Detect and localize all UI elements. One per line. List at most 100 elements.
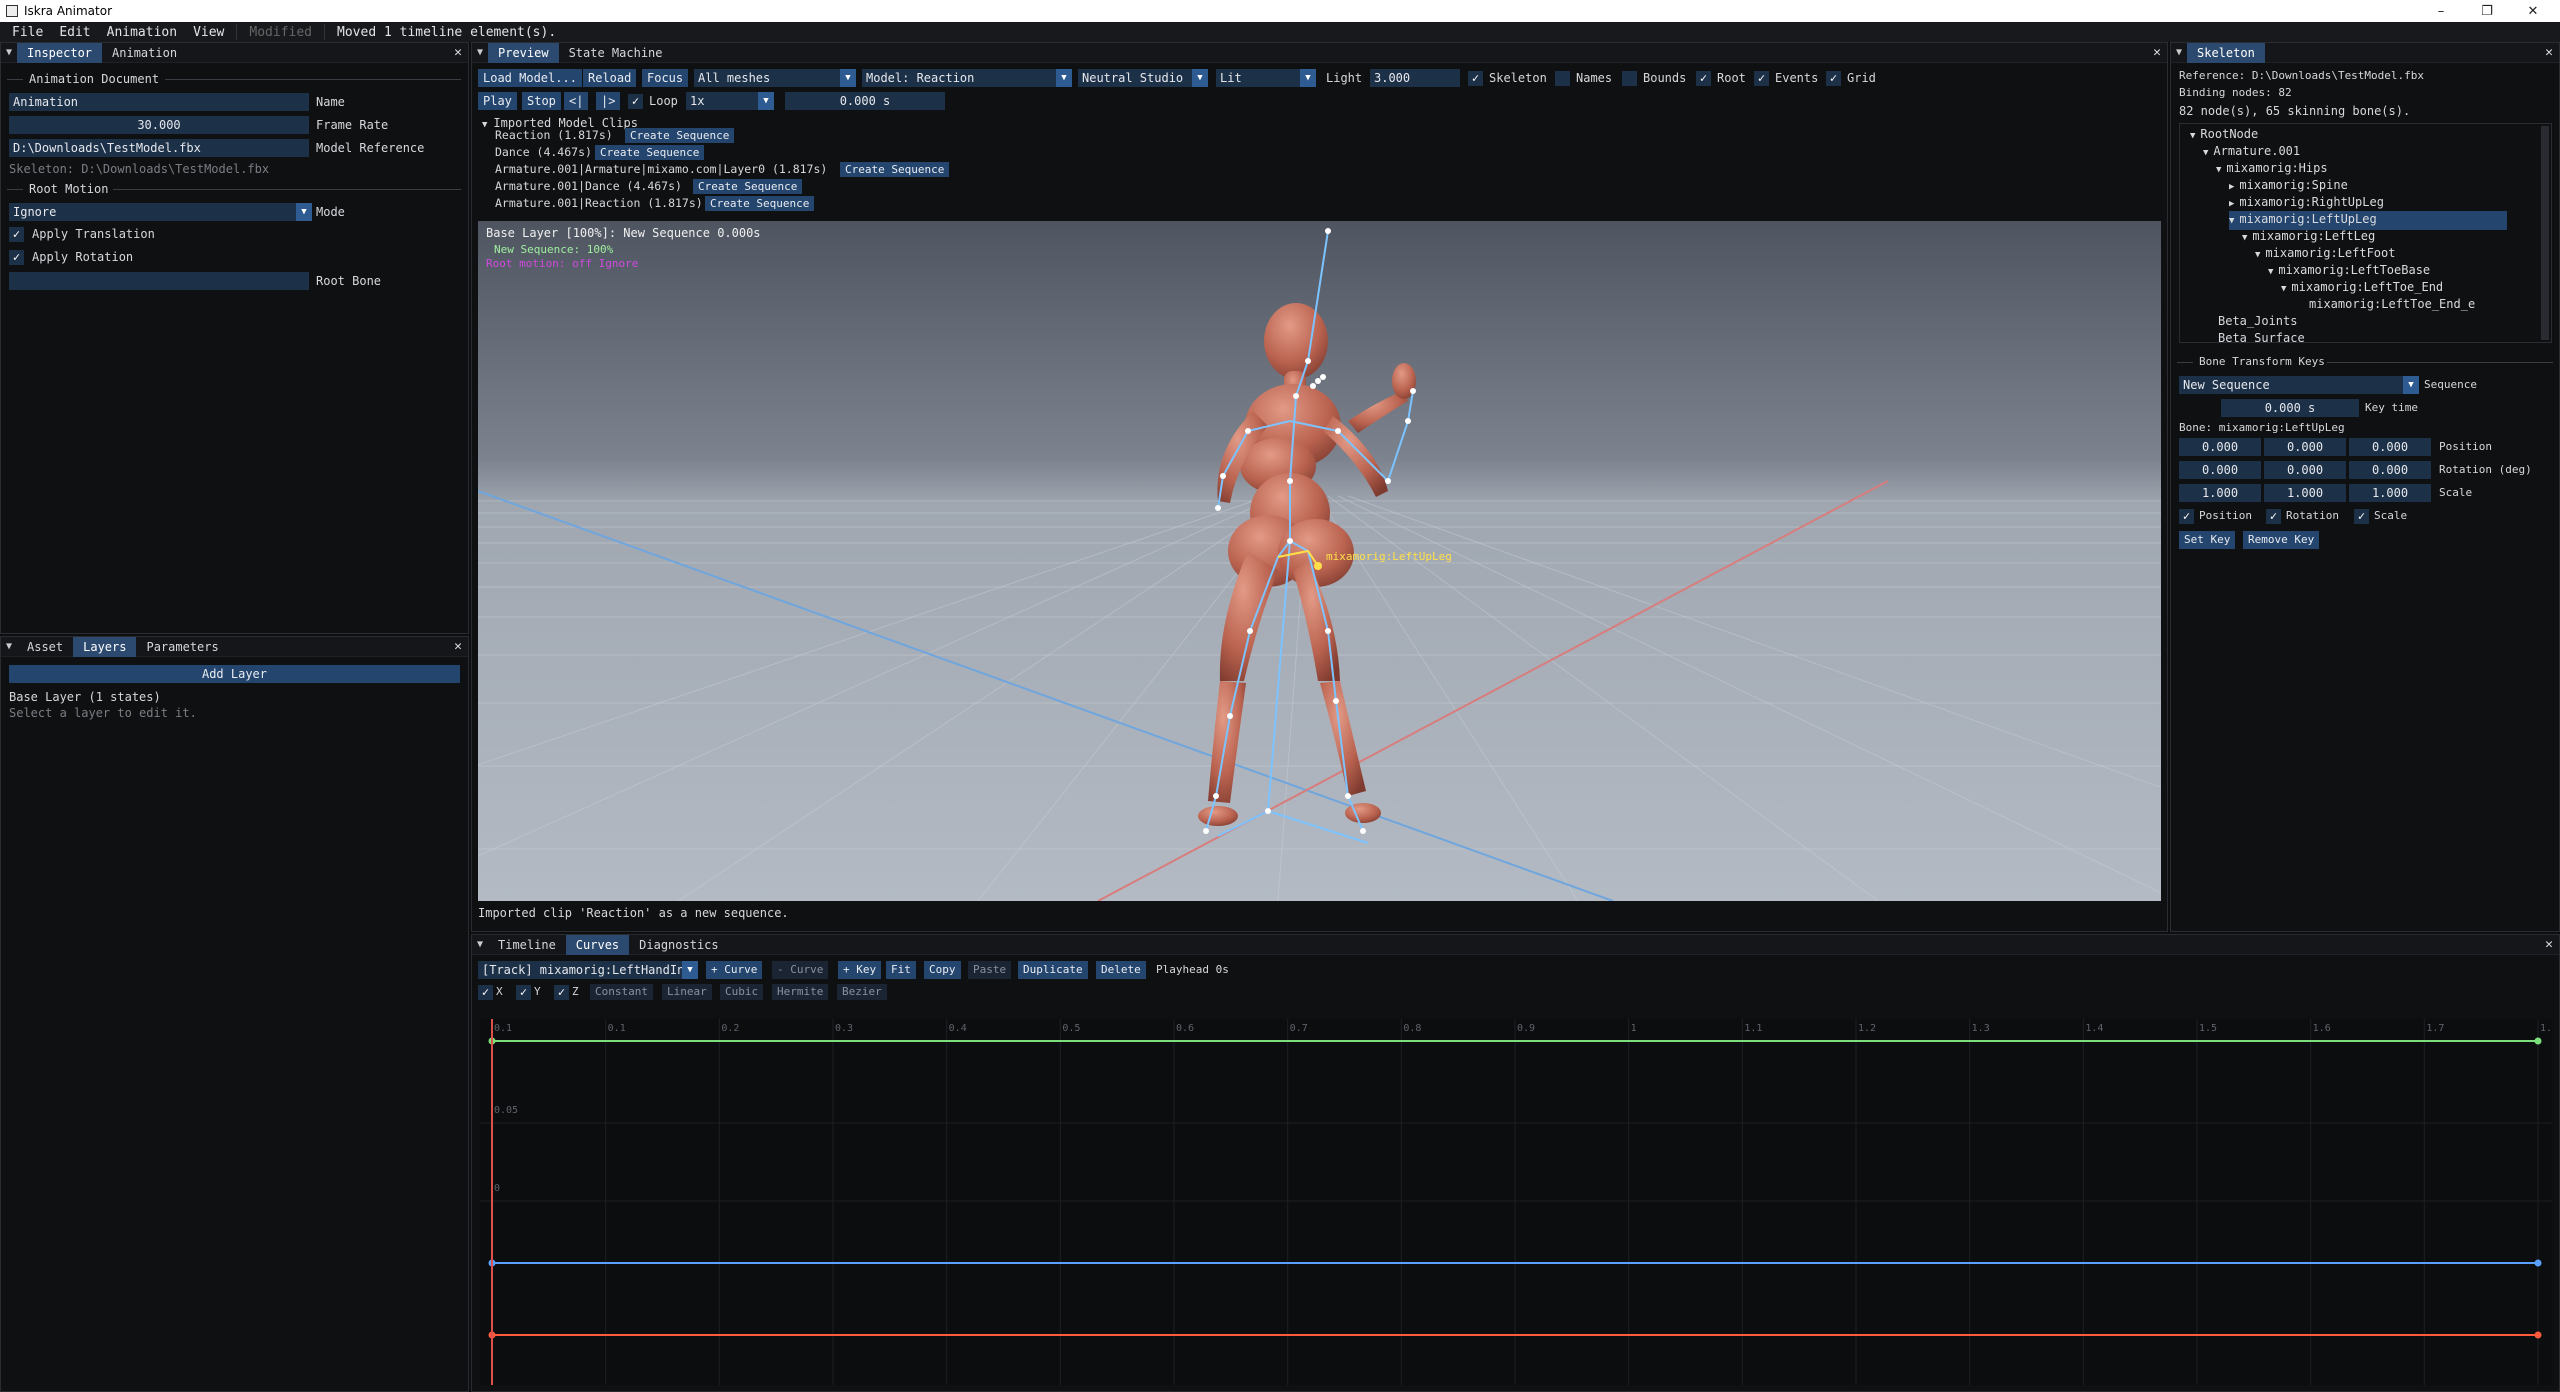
menu-edit[interactable]: Edit <box>51 25 98 40</box>
model-reference-field[interactable]: D:\Downloads\TestModel.fbx <box>9 139 309 157</box>
close-icon[interactable]: ✕ <box>454 45 462 60</box>
position-x-field[interactable]: 0.000 <box>2179 438 2261 456</box>
key-position-checkbox[interactable]: ✓ <box>2179 509 2194 524</box>
create-sequence-button[interactable]: Create Sequence <box>705 196 815 211</box>
tab-curves[interactable]: Curves <box>565 934 630 955</box>
keyframe-z-end[interactable] <box>2534 1259 2542 1267</box>
prev-frame-button[interactable]: <| <box>564 92 589 110</box>
set-key-button[interactable]: Set Key <box>2179 531 2236 549</box>
close-icon[interactable]: ✕ <box>2153 45 2161 60</box>
apply-rotation-checkbox[interactable]: ✓ <box>9 250 24 265</box>
add-curve-button[interactable]: + Curve <box>706 961 763 979</box>
panel-menu-icon[interactable]: ▼ <box>472 47 488 58</box>
events-checkbox[interactable]: ✓ <box>1754 71 1769 86</box>
panel-menu-icon[interactable]: ▼ <box>1 47 17 58</box>
frame-rate-field[interactable]: 30.000 <box>9 116 309 134</box>
shading-select[interactable]: Lit ▼ <box>1216 69 1316 87</box>
next-frame-button[interactable]: |> <box>596 92 621 110</box>
position-z-field[interactable]: 0.000 <box>2349 438 2431 456</box>
axis-y-checkbox[interactable]: ✓ <box>516 985 531 1000</box>
tab-preview[interactable]: Preview <box>488 42 559 63</box>
tab-diagnostics[interactable]: Diagnostics <box>629 935 728 955</box>
chevron-down-icon[interactable]: ▼ <box>2242 233 2247 243</box>
interp-linear-button[interactable]: Linear <box>662 984 712 1000</box>
menu-animation[interactable]: Animation <box>99 25 185 40</box>
chevron-down-icon[interactable]: ▼ <box>2216 165 2221 175</box>
tab-timeline[interactable]: Timeline <box>488 935 566 955</box>
tab-animation[interactable]: Animation <box>102 43 187 63</box>
time-field[interactable]: 0.000 s <box>785 92 945 110</box>
tree-item-beta-surface[interactable]: Beta_Surface <box>2203 330 2305 342</box>
track-select[interactable]: [Track] mixamorig:LeftHandIn ▼ <box>478 961 698 979</box>
remove-key-button[interactable]: Remove Key <box>2243 531 2320 549</box>
paste-button[interactable]: Paste <box>968 961 1012 979</box>
position-y-field[interactable]: 0.000 <box>2264 438 2346 456</box>
environment-select[interactable]: Neutral Studio ▼ <box>1078 69 1208 87</box>
interp-cubic-button[interactable]: Cubic <box>720 984 764 1000</box>
keyframe-x-end[interactable] <box>2534 1331 2542 1339</box>
scale-z-field[interactable]: 1.000 <box>2349 484 2431 502</box>
interp-hermite-button[interactable]: Hermite <box>772 984 829 1000</box>
skeleton-checkbox[interactable]: ✓ <box>1468 71 1483 86</box>
axis-x-checkbox[interactable]: ✓ <box>478 985 493 1000</box>
rotation-x-field[interactable]: 0.000 <box>2179 461 2261 479</box>
create-sequence-button[interactable]: Create Sequence <box>625 128 735 143</box>
menu-file[interactable]: File <box>0 25 51 40</box>
viewport[interactable]: mixamorig:LeftUpLeg Base Layer [100%]: N… <box>478 221 2161 901</box>
apply-translation-checkbox[interactable]: ✓ <box>9 227 24 242</box>
speed-select[interactable]: 1x ▼ <box>686 92 774 110</box>
add-key-button[interactable]: + Key <box>838 961 882 979</box>
tree-item-beta-joints[interactable]: Beta_Joints <box>2203 313 2297 330</box>
root-bone-field[interactable] <box>9 272 309 290</box>
copy-button[interactable]: Copy <box>924 961 961 979</box>
menu-view[interactable]: View <box>185 25 232 40</box>
chevron-down-icon[interactable]: ▼ <box>2203 148 2208 158</box>
keyframe-y-end[interactable] <box>2534 1037 2542 1045</box>
scale-y-field[interactable]: 1.000 <box>2264 484 2346 502</box>
chevron-down-icon[interactable]: ▼ <box>2190 131 2195 141</box>
close-icon[interactable]: ✕ <box>2545 937 2553 952</box>
root-checkbox[interactable]: ✓ <box>1696 71 1711 86</box>
panel-menu-icon[interactable]: ▼ <box>472 939 488 950</box>
interp-constant-button[interactable]: Constant <box>590 984 653 1000</box>
key-rotation-checkbox[interactable]: ✓ <box>2266 509 2281 524</box>
names-checkbox[interactable] <box>1555 71 1570 86</box>
play-button[interactable]: Play <box>478 92 517 110</box>
interp-bezier-button[interactable]: Bezier <box>837 984 887 1000</box>
chevron-down-icon[interactable]: ▼ <box>2281 284 2286 294</box>
duplicate-button[interactable]: Duplicate <box>1018 961 1088 979</box>
panel-menu-icon[interactable]: ▼ <box>1 641 17 652</box>
tab-layers[interactable]: Layers <box>73 636 137 657</box>
model-select[interactable]: Model: Reaction ▼ <box>862 69 1072 87</box>
tab-state-machine[interactable]: State Machine <box>559 43 673 63</box>
rotation-z-field[interactable]: 0.000 <box>2349 461 2431 479</box>
panel-menu-icon[interactable]: ▼ <box>2171 47 2187 58</box>
chevron-right-icon[interactable]: ▶ <box>2229 199 2234 209</box>
curve-editor[interactable]: 0.1 0.1 0.2 0.3 0.4 0.5 0.6 0.7 0.8 0.9 1 1.1 1.2 1.3… <box>480 1019 2558 1385</box>
tab-parameters[interactable]: Parameters <box>136 637 228 657</box>
sequence-select[interactable]: New Sequence ▼ <box>2179 376 2419 394</box>
tab-skeleton[interactable]: Skeleton <box>2187 42 2265 63</box>
create-sequence-button[interactable]: Create Sequence <box>840 162 950 177</box>
rotation-y-field[interactable]: 0.000 <box>2264 461 2346 479</box>
chevron-down-icon[interactable]: ▼ <box>2268 267 2273 277</box>
reload-button[interactable]: Reload <box>583 69 637 87</box>
loop-checkbox[interactable]: ✓ <box>628 94 643 109</box>
grid-checkbox[interactable]: ✓ <box>1826 71 1841 86</box>
close-window-icon[interactable]: ✕ <box>2510 0 2556 22</box>
axis-z-checkbox[interactable]: ✓ <box>554 985 569 1000</box>
remove-curve-button[interactable]: - Curve <box>772 961 829 979</box>
tree-scrollbar[interactable] <box>2541 126 2549 340</box>
tab-inspector[interactable]: Inspector <box>17 42 103 63</box>
maximize-icon[interactable]: ❐ <box>2464 0 2510 22</box>
key-scale-checkbox[interactable]: ✓ <box>2354 509 2369 524</box>
stop-button[interactable]: Stop <box>522 92 561 110</box>
name-field[interactable]: Animation <box>9 93 309 111</box>
bounds-checkbox[interactable] <box>1622 71 1637 86</box>
tree-item-mixamorig-lefttoe-end-e[interactable]: mixamorig:LeftToe_End_e <box>2294 296 2475 313</box>
close-icon[interactable]: ✕ <box>454 639 462 654</box>
fit-button[interactable]: Fit <box>886 961 916 979</box>
chevron-down-icon[interactable]: ▼ <box>2229 216 2234 226</box>
chevron-down-icon[interactable]: ▼ <box>2255 250 2260 260</box>
mode-select[interactable]: Ignore ▼ <box>9 203 312 221</box>
